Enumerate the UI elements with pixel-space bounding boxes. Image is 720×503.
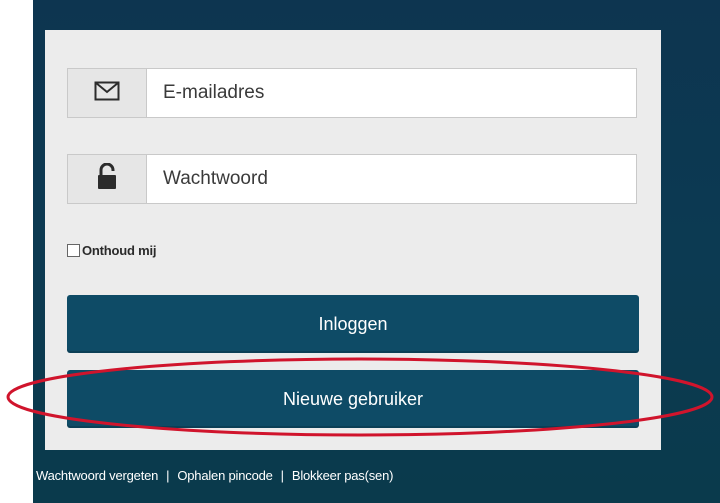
password-field[interactable] bbox=[67, 154, 637, 204]
email-input[interactable] bbox=[147, 69, 635, 117]
password-icon-box bbox=[68, 155, 147, 203]
login-button[interactable]: Inloggen bbox=[67, 295, 639, 353]
remember-label: Onthoud mij bbox=[82, 243, 157, 258]
footer-links: Wachtwoord vergeten | Ophalen pincode | Blok… bbox=[36, 468, 393, 483]
footer-separator: | bbox=[280, 468, 284, 483]
block-card-link[interactable]: Blokkeer pas(sen) bbox=[292, 468, 394, 483]
new-user-button[interactable]: Nieuwe gebruiker bbox=[67, 370, 639, 428]
retrieve-pincode-link[interactable]: Ophalen pincode bbox=[177, 468, 273, 483]
email-icon-box bbox=[68, 69, 147, 117]
password-input[interactable] bbox=[147, 155, 635, 203]
forgot-password-link[interactable]: Wachtwoord vergeten bbox=[36, 468, 158, 483]
email-field[interactable] bbox=[67, 68, 637, 118]
remember-me[interactable]: Onthoud mij bbox=[67, 243, 157, 258]
remember-checkbox[interactable] bbox=[67, 244, 80, 257]
footer-separator: | bbox=[166, 468, 170, 483]
envelope-icon bbox=[94, 81, 120, 106]
unlock-icon bbox=[96, 162, 118, 196]
